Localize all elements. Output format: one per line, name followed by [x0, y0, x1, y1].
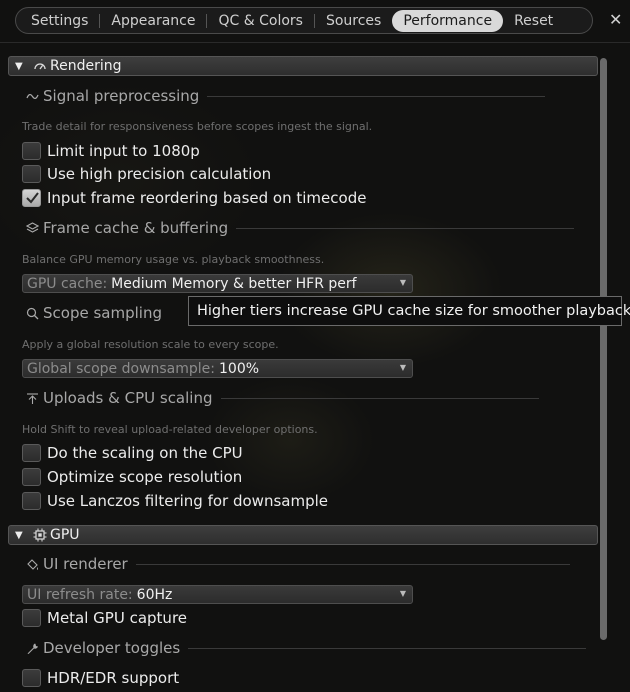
tab-reset[interactable]: Reset	[503, 10, 564, 32]
checkbox-box[interactable]	[22, 142, 41, 160]
dropdown-value: 100%	[219, 360, 260, 377]
gpu-cache-tooltip: Higher tiers increase GPU cache size for…	[188, 296, 630, 326]
tab-appearance[interactable]: Appearance	[100, 10, 206, 32]
signal-wave-icon	[26, 93, 39, 99]
gpu-cache-dropdown[interactable]: GPU cache: Medium Memory & better HFR pe…	[22, 274, 413, 293]
tab-performance[interactable]: Performance	[392, 9, 504, 32]
checkbox-label: Use Lanczos filtering for downsample	[47, 492, 328, 510]
upload-arrow-icon	[27, 392, 38, 404]
global-scope-downsample-dropdown[interactable]: Global scope downsample: 100% ▼	[22, 359, 413, 378]
subsection-title: Signal preprocessing	[43, 87, 200, 105]
divider	[188, 647, 587, 649]
checkbox-box[interactable]	[22, 468, 41, 486]
subsection-title: Scope sampling	[43, 304, 162, 322]
checkbox-box[interactable]	[22, 492, 41, 510]
checkbox-label: Limit input to 1080p	[47, 142, 200, 160]
metal-gpu-capture-checkbox[interactable]: Metal GPU capture	[22, 608, 187, 628]
dropdown-value: Medium Memory & better HFR perf	[111, 275, 357, 292]
subsection-scope-sampling: Scope sampling	[26, 303, 162, 323]
checkbox-box[interactable]	[22, 165, 41, 183]
checkbox-label: Optimize scope resolution	[47, 468, 243, 486]
section-description: Hold Shift to reveal upload-related deve…	[22, 423, 318, 436]
checkbox-label: Input frame reordering based on timecode	[47, 189, 367, 207]
gauge-icon	[34, 63, 46, 70]
tab-settings[interactable]: Settings	[20, 10, 99, 32]
tab-qc-colors[interactable]: QC & Colors	[207, 10, 313, 32]
section-header-rendering[interactable]: ▼ Rendering	[8, 56, 598, 76]
subsection-signal-preprocessing: Signal preprocessing	[26, 86, 546, 106]
dropdown-label: Global scope downsample:	[27, 360, 216, 377]
checkmark-icon	[26, 192, 39, 204]
divider	[135, 563, 570, 565]
section-description: Apply a global resolution scale to every…	[22, 338, 279, 351]
checkbox-label: Do the scaling on the CPU	[47, 444, 243, 462]
scrollbar-thumb[interactable]	[600, 58, 607, 640]
checkbox-label: HDR/EDR support	[47, 669, 180, 687]
frame-reordering-checkbox[interactable]: Input frame reordering based on timecode	[22, 188, 366, 208]
checkbox-box[interactable]	[22, 189, 41, 207]
ui-refresh-rate-dropdown[interactable]: UI refresh rate: 60Hz ▼	[22, 585, 413, 604]
search-icon	[26, 307, 39, 319]
subsection-title: Developer toggles	[43, 639, 181, 657]
section-title: GPU	[50, 527, 80, 543]
dropdown-value: 60Hz	[136, 586, 173, 603]
disclosure-arrow-icon: ▼	[15, 529, 23, 541]
divider	[0, 42, 630, 43]
checkbox-box[interactable]	[22, 669, 41, 687]
section-description: Balance GPU memory usage vs. playback sm…	[22, 253, 325, 266]
section-description: Trade detail for responsiveness before s…	[22, 120, 373, 133]
wrench-icon	[27, 643, 38, 654]
divider	[236, 227, 575, 229]
subsection-frame-cache: Frame cache & buffering	[26, 218, 575, 238]
checkbox-label: Use high precision calculation	[47, 165, 272, 183]
paint-bucket-icon	[27, 558, 38, 570]
divider	[220, 397, 539, 399]
lanczos-filtering-checkbox[interactable]: Use Lanczos filtering for downsample	[22, 491, 328, 511]
dropdown-label: GPU cache:	[27, 275, 108, 292]
chip-icon	[33, 528, 47, 542]
high-precision-checkbox[interactable]: Use high precision calculation	[22, 164, 271, 184]
section-header-gpu[interactable]: ▼ GPU	[8, 525, 598, 545]
chevron-down-icon: ▼	[399, 278, 406, 287]
optimize-scope-resolution-checkbox[interactable]: Optimize scope resolution	[22, 467, 242, 487]
chevron-down-icon: ▼	[399, 589, 406, 598]
tab-bar: Settings Appearance QC & Colors Sources …	[15, 7, 593, 34]
tab-sources[interactable]: Sources	[315, 10, 392, 32]
checkbox-box[interactable]	[22, 444, 41, 462]
checkbox-box[interactable]	[22, 609, 41, 627]
cpu-scaling-checkbox[interactable]: Do the scaling on the CPU	[22, 443, 243, 463]
subsection-title: Uploads & CPU scaling	[43, 389, 213, 407]
divider	[207, 95, 546, 97]
checkbox-label: Metal GPU capture	[47, 609, 188, 627]
hdr-edr-support-checkbox[interactable]: HDR/EDR support	[22, 668, 179, 688]
close-icon[interactable]: ✕	[609, 11, 622, 29]
subsection-developer-toggles: Developer toggles	[26, 638, 587, 658]
chevron-down-icon: ▼	[399, 363, 406, 372]
subsection-ui-renderer: UI renderer	[26, 554, 570, 574]
subsection-title: UI renderer	[43, 555, 128, 573]
section-title: Rendering	[50, 58, 122, 74]
layers-icon	[26, 221, 39, 233]
limit-input-1080p-checkbox[interactable]: Limit input to 1080p	[22, 141, 200, 161]
dropdown-label: UI refresh rate:	[27, 586, 133, 603]
disclosure-arrow-icon: ▼	[15, 60, 23, 72]
subsection-title: Frame cache & buffering	[43, 219, 229, 237]
subsection-uploads-cpu: Uploads & CPU scaling	[26, 388, 539, 408]
